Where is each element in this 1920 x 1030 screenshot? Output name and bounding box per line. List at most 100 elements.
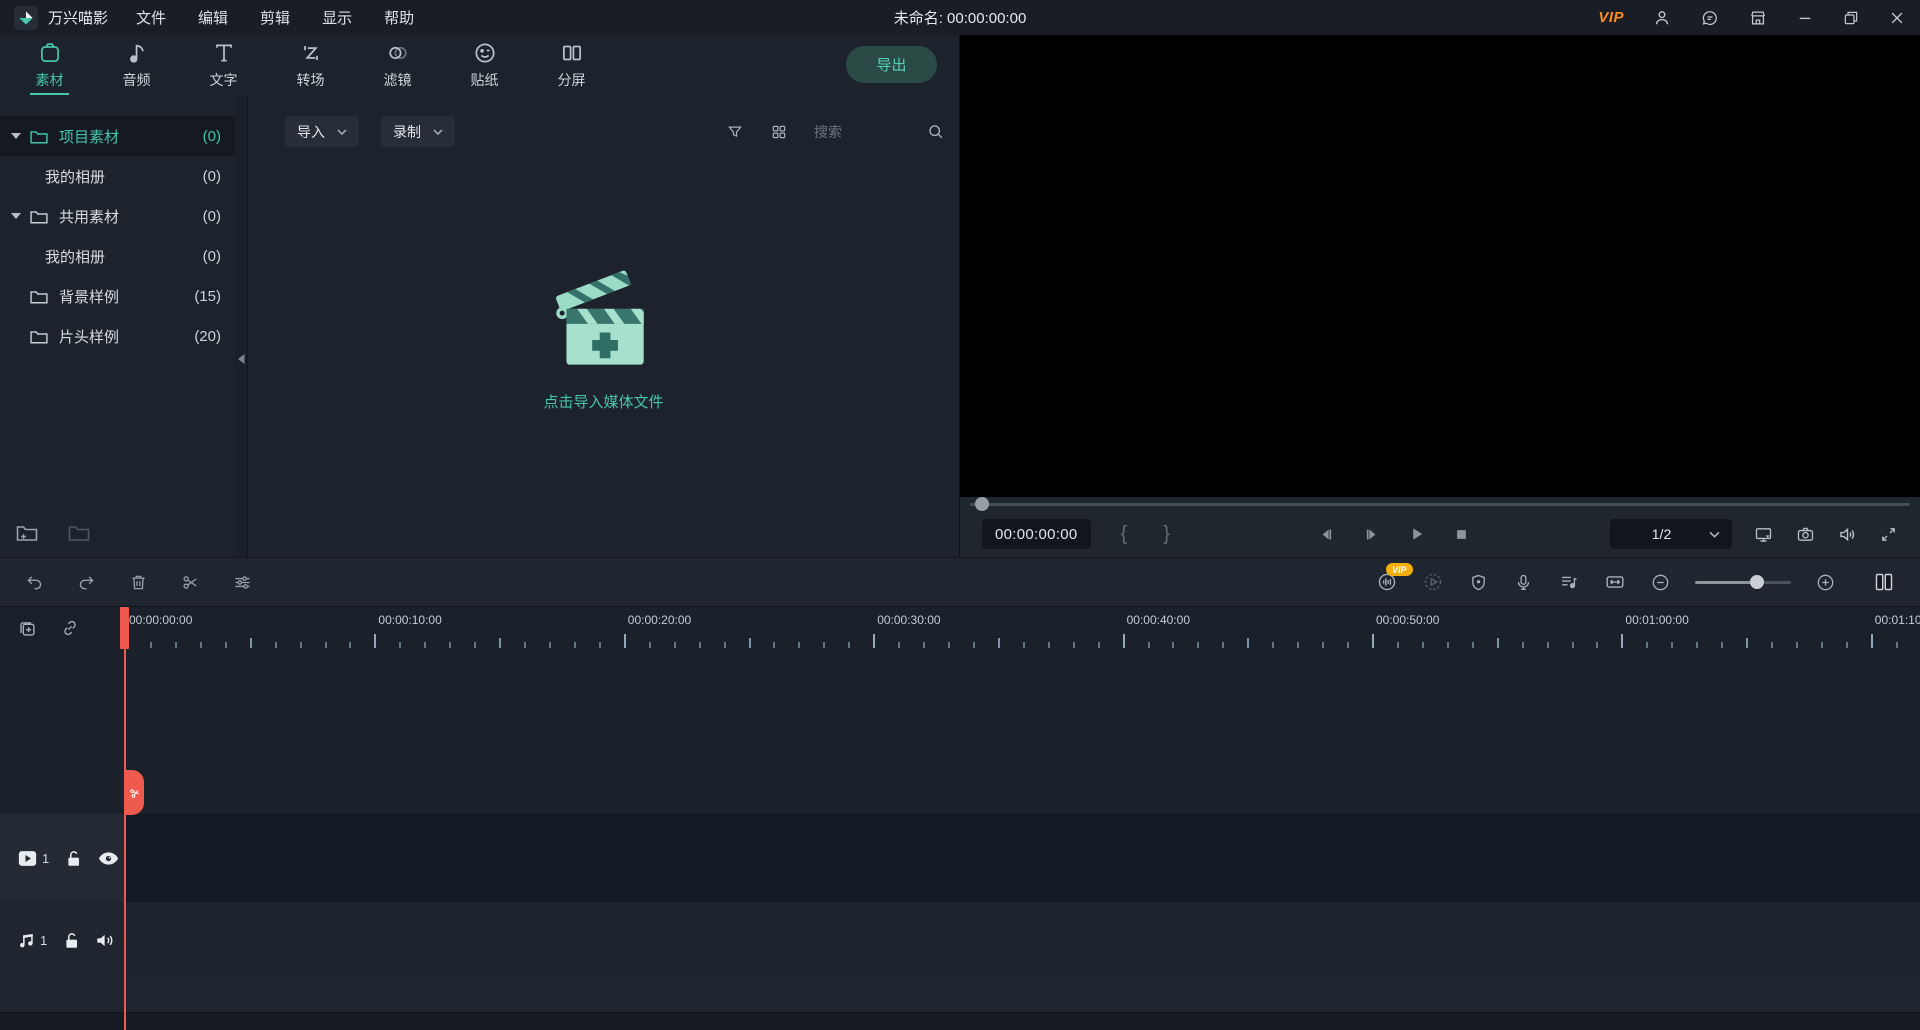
ruler-tick bbox=[225, 642, 227, 648]
tab-sticker[interactable]: 贴纸 bbox=[441, 35, 528, 95]
feedback-chat-icon[interactable] bbox=[1700, 8, 1720, 28]
play-icon[interactable] bbox=[1408, 525, 1426, 543]
user-account-icon[interactable] bbox=[1652, 8, 1672, 28]
ruler-label: 00:01:00:00 bbox=[1625, 613, 1688, 627]
lock-open-icon[interactable] bbox=[65, 849, 82, 868]
chevron-down-icon bbox=[337, 129, 347, 135]
search-icon[interactable] bbox=[926, 122, 945, 141]
panel-layout-icon[interactable] bbox=[1872, 570, 1896, 594]
audio-mixer-icon[interactable] bbox=[1558, 571, 1580, 593]
restore-icon[interactable] bbox=[1842, 9, 1860, 27]
mark-out-icon[interactable]: } bbox=[1163, 523, 1170, 546]
ruler-tick bbox=[250, 638, 252, 648]
close-icon[interactable] bbox=[1888, 9, 1906, 27]
video-track-header: 1 bbox=[0, 814, 125, 902]
tab-label: 文字 bbox=[210, 70, 238, 90]
new-folder-icon[interactable] bbox=[15, 523, 39, 543]
preview-scrubber[interactable] bbox=[960, 497, 1920, 511]
sidebar-item-my-album-1[interactable]: 我的相册 (0) bbox=[0, 156, 235, 196]
voice-changer-icon[interactable]: VIP bbox=[1376, 571, 1398, 593]
delete-folder-icon[interactable] bbox=[67, 523, 91, 543]
sidebar-item-my-album-2[interactable]: 我的相册 (0) bbox=[0, 236, 235, 276]
menu-help[interactable]: 帮助 bbox=[384, 7, 414, 28]
scissors-icon[interactable] bbox=[180, 572, 201, 593]
tab-transition[interactable]: 转场 bbox=[267, 35, 354, 95]
scrubber-track[interactable] bbox=[970, 503, 1910, 506]
filter-funnel-icon[interactable] bbox=[726, 123, 744, 141]
ruler-tick bbox=[1222, 642, 1224, 648]
lock-open-icon[interactable] bbox=[63, 931, 80, 950]
tab-media[interactable]: 素材 bbox=[6, 35, 93, 95]
ruler-tick bbox=[300, 642, 302, 648]
delete-icon[interactable] bbox=[128, 572, 149, 593]
playhead-head[interactable] bbox=[120, 607, 129, 649]
export-button[interactable]: 导出 bbox=[846, 46, 937, 83]
minimize-icon[interactable] bbox=[1796, 9, 1814, 27]
next-frame-icon[interactable] bbox=[1363, 526, 1380, 543]
preview-quality-dropdown[interactable]: 1/2 bbox=[1610, 519, 1732, 549]
store-icon[interactable] bbox=[1748, 8, 1768, 28]
zoom-in-icon[interactable] bbox=[1815, 572, 1836, 593]
ruler-tick bbox=[798, 642, 800, 648]
scrub-knob[interactable] bbox=[975, 497, 989, 511]
expand-arrow-icon[interactable] bbox=[11, 212, 23, 220]
audio-track-row: 1 bbox=[0, 902, 1920, 978]
left-panel: 素材 音频 文字 转场 bbox=[0, 35, 960, 557]
menu-edit[interactable]: 编辑 bbox=[198, 7, 228, 28]
undo-icon[interactable] bbox=[24, 572, 45, 593]
sidebar-item-background-samples[interactable]: 背景样例 (15) bbox=[0, 276, 235, 316]
tab-filter[interactable]: 滤镜 bbox=[354, 35, 441, 95]
snapshot-camera-icon[interactable] bbox=[1795, 524, 1816, 545]
track-speaker-icon[interactable] bbox=[96, 932, 115, 949]
sidebar-item-count: (0) bbox=[203, 248, 221, 265]
sidebar-item-intro-samples[interactable]: 片头样例 (20) bbox=[0, 316, 235, 356]
playhead-line[interactable] bbox=[124, 607, 126, 1030]
monitor-icon[interactable] bbox=[1753, 524, 1774, 545]
sidebar-item-shared-media[interactable]: 共用素材 (0) bbox=[0, 196, 235, 236]
ruler-tick bbox=[898, 642, 900, 648]
menu-file[interactable]: 文件 bbox=[136, 7, 166, 28]
import-dropdown[interactable]: 导入 bbox=[285, 116, 359, 147]
timeline-ruler[interactable]: 00:00:00:0000:00:10:0000:00:20:0000:00:3… bbox=[125, 607, 1920, 651]
add-track-icon[interactable] bbox=[16, 617, 38, 639]
microphone-icon[interactable] bbox=[1513, 572, 1534, 593]
zoom-slider-knob[interactable] bbox=[1750, 575, 1764, 589]
grid-view-icon[interactable] bbox=[770, 123, 788, 141]
fit-timeline-icon[interactable] bbox=[1604, 571, 1626, 593]
adjust-sliders-icon[interactable] bbox=[232, 572, 253, 593]
render-preview-icon[interactable] bbox=[1422, 571, 1444, 593]
speaker-icon[interactable] bbox=[1837, 524, 1858, 545]
vip-label[interactable]: VIP bbox=[1598, 9, 1624, 26]
playhead-scissors-grip[interactable] bbox=[125, 770, 144, 815]
ruler-tick bbox=[1197, 642, 1199, 648]
tab-text[interactable]: 文字 bbox=[180, 35, 267, 95]
mark-in-icon[interactable]: { bbox=[1121, 523, 1128, 546]
fullscreen-icon[interactable] bbox=[1879, 525, 1898, 544]
ruler-tick bbox=[699, 642, 701, 648]
sidebar-collapse-handle[interactable] bbox=[235, 95, 247, 557]
stop-icon[interactable] bbox=[1454, 527, 1469, 542]
audio-track-lane[interactable] bbox=[125, 902, 1920, 978]
ruler-tick bbox=[773, 642, 775, 648]
menu-clip[interactable]: 剪辑 bbox=[260, 7, 290, 28]
tab-splitscreen[interactable]: 分屏 bbox=[528, 35, 615, 95]
record-dropdown[interactable]: 录制 bbox=[381, 116, 455, 147]
menu-view[interactable]: 显示 bbox=[322, 7, 352, 28]
shield-icon[interactable] bbox=[1468, 572, 1489, 593]
video-track-lane[interactable] bbox=[125, 814, 1920, 902]
link-clips-icon[interactable] bbox=[59, 617, 81, 639]
ruler-tick bbox=[1572, 642, 1574, 648]
ruler-tick bbox=[1522, 642, 1524, 648]
tab-audio[interactable]: 音频 bbox=[93, 35, 180, 95]
expand-arrow-icon[interactable] bbox=[11, 132, 23, 140]
redo-icon[interactable] bbox=[76, 572, 97, 593]
sidebar-item-project-media[interactable]: 项目素材 (0) bbox=[0, 116, 235, 156]
zoom-out-icon[interactable] bbox=[1650, 572, 1671, 593]
eye-icon[interactable] bbox=[98, 851, 119, 866]
timeline-zoom-slider[interactable] bbox=[1695, 575, 1791, 589]
folder-icon bbox=[29, 288, 49, 305]
ruler-tick bbox=[549, 642, 551, 648]
prev-frame-icon[interactable] bbox=[1318, 526, 1335, 543]
search-input[interactable] bbox=[814, 124, 900, 140]
import-media-dropzone[interactable]: 点击导入媒体文件 bbox=[248, 253, 959, 412]
